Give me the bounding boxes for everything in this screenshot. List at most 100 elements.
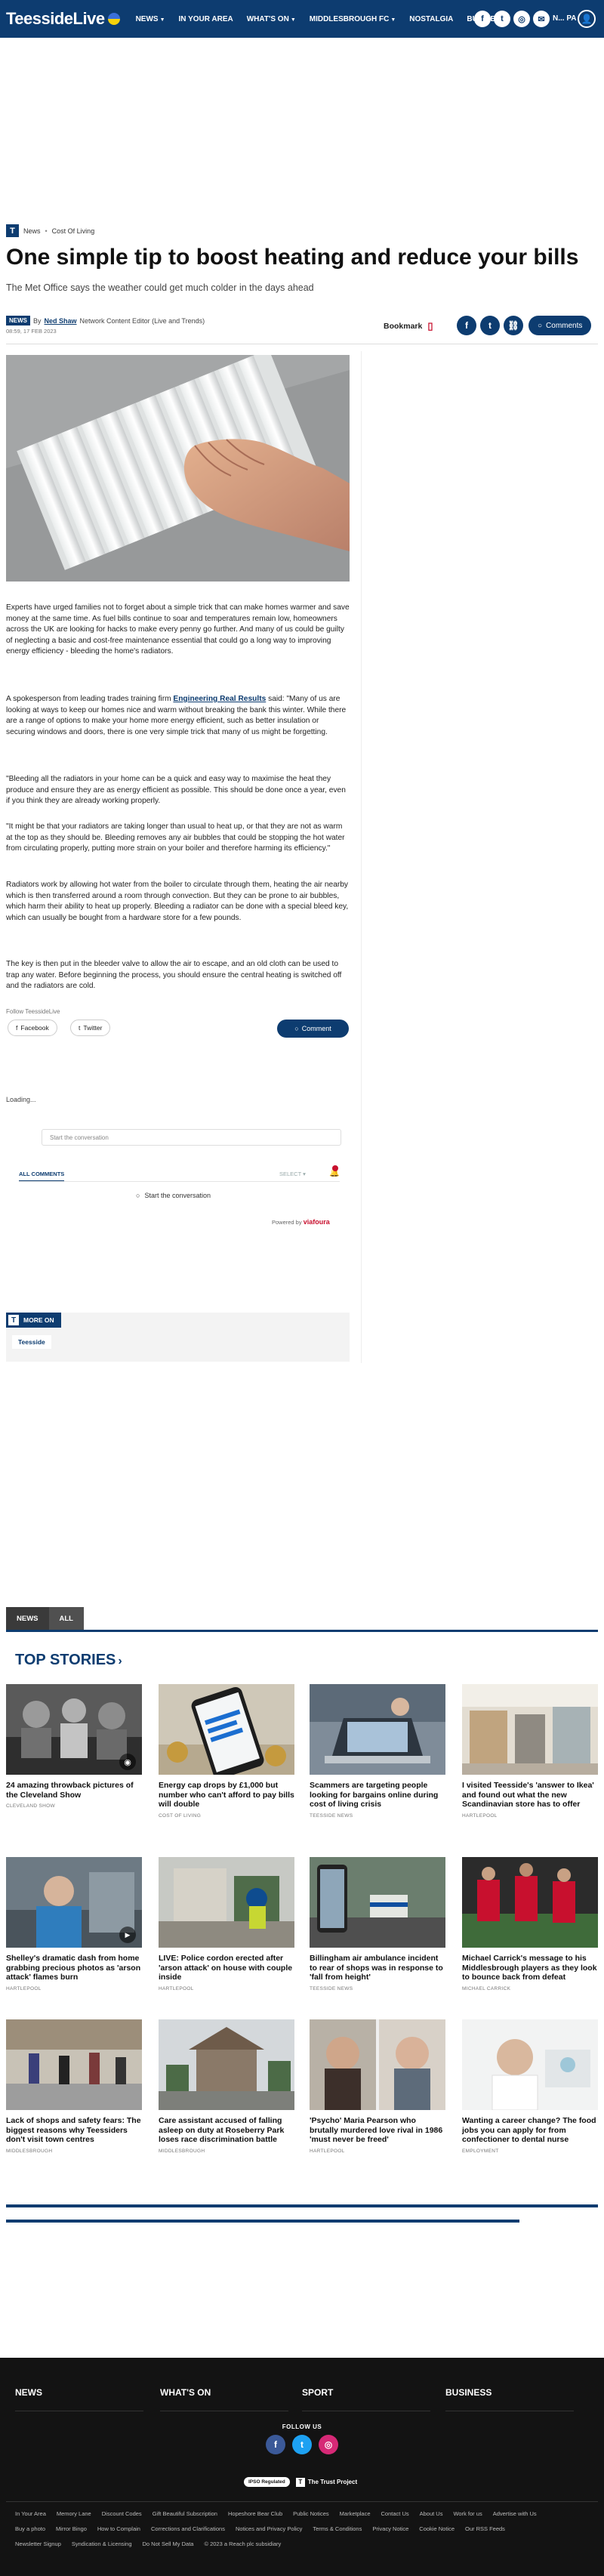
footer-link[interactable]: Mirror Bingo bbox=[56, 2524, 87, 2534]
footer-link[interactable]: Terms & Conditions bbox=[313, 2524, 362, 2534]
nav-middlesbrough-fc[interactable]: MIDDLESBROUGH FC ▼ bbox=[303, 15, 403, 23]
comment-input[interactable]: Start the conversation bbox=[42, 1129, 341, 1146]
footer-link[interactable]: Public Notices bbox=[293, 2509, 329, 2519]
engineering-real-results-link[interactable]: Engineering Real Results bbox=[173, 695, 266, 703]
nav-in-your-area[interactable]: IN YOUR AREA bbox=[172, 15, 240, 23]
tab-news[interactable]: NEWS bbox=[6, 1607, 49, 1630]
footer-link[interactable]: Do Not Sell My Data bbox=[143, 2539, 194, 2550]
footer-link[interactable]: Advertise with Us bbox=[493, 2509, 537, 2519]
twitter-icon[interactable]: t bbox=[494, 11, 510, 27]
breadcrumb-cost-of-living[interactable]: Cost Of Living bbox=[52, 227, 95, 235]
author-link[interactable]: Ned Shaw bbox=[45, 317, 77, 325]
topic-chip-teesside[interactable]: Teesside bbox=[12, 1335, 51, 1349]
facebook-icon[interactable]: f bbox=[474, 11, 491, 27]
start-conversation-prompt[interactable]: ○ Start the conversation bbox=[136, 1192, 211, 1199]
user-account-icon[interactable]: 👤 bbox=[578, 10, 596, 28]
footer-link[interactable]: © 2023 a Reach plc subsidiary bbox=[204, 2539, 281, 2550]
footer-link[interactable]: Cookie Notice bbox=[419, 2524, 455, 2534]
story-card[interactable]: Lack of shops and safety fears: The bigg… bbox=[6, 2019, 142, 2154]
news-tag: NEWS bbox=[6, 316, 30, 325]
video-play-icon[interactable]: ▶ bbox=[119, 1927, 136, 1943]
story-category: HARTLEPOOL bbox=[6, 1985, 42, 1991]
follow-facebook-button[interactable]: f Facebook bbox=[8, 1020, 57, 1036]
story-card[interactable]: Scammers are targeting people looking fo… bbox=[310, 1684, 445, 1819]
story-headline: 'Psycho' Maria Pearson who brutally murd… bbox=[310, 2116, 443, 2144]
nav-news[interactable]: NEWS ▼ bbox=[129, 15, 172, 23]
breadcrumb-news[interactable]: News bbox=[23, 227, 41, 235]
footer-link[interactable]: Gift Beautiful Subscription bbox=[153, 2509, 217, 2519]
speech-bubble-icon: ○ bbox=[136, 1192, 140, 1199]
footer-link[interactable]: How to Complain bbox=[97, 2524, 140, 2534]
footer-whats-on[interactable]: WHAT'S ON bbox=[160, 2387, 211, 2398]
footer-link[interactable]: Hopeshore Bear Club bbox=[228, 2509, 282, 2519]
speech-bubble-icon: ○ bbox=[538, 321, 543, 330]
top-stories-title[interactable]: TOP STORIES › bbox=[15, 1652, 122, 1669]
site-logo[interactable]: TeessideLive bbox=[0, 9, 120, 29]
footer-link[interactable]: About Us bbox=[420, 2509, 443, 2519]
tab-all[interactable]: ALL bbox=[48, 1607, 84, 1630]
twitter-icon[interactable]: t bbox=[292, 2435, 312, 2454]
story-card[interactable]: 'Psycho' Maria Pearson who brutally murd… bbox=[310, 2019, 445, 2154]
story-thumbnail bbox=[462, 2019, 598, 2110]
email-icon[interactable]: ✉ bbox=[533, 11, 550, 27]
footer-link[interactable]: Privacy Notice bbox=[372, 2524, 408, 2534]
instagram-icon[interactable]: ◎ bbox=[319, 2435, 338, 2454]
footer-link[interactable]: Notices and Privacy Policy bbox=[236, 2524, 302, 2534]
section-badge: T bbox=[8, 1315, 19, 1325]
nav-nostalgia[interactable]: NOSTALGIA bbox=[402, 15, 460, 23]
breadcrumb-separator: • bbox=[45, 227, 48, 235]
gallery-camera-icon: ◉ bbox=[119, 1754, 136, 1770]
footer-link[interactable]: Contact Us bbox=[381, 2509, 409, 2519]
facebook-icon[interactable]: f bbox=[266, 2435, 285, 2454]
footer-link[interactable]: Our RSS Feeds bbox=[465, 2524, 505, 2534]
comments-button[interactable]: ○ Comments bbox=[528, 316, 592, 335]
instagram-icon[interactable]: ◎ bbox=[513, 11, 530, 27]
footer-link[interactable]: Marketplace bbox=[340, 2509, 371, 2519]
radiator-hand-illustration bbox=[6, 355, 350, 582]
bookmark-button[interactable]: Bookmark ▯ bbox=[384, 320, 433, 332]
footer-link[interactable]: Work for us bbox=[453, 2509, 482, 2519]
footer-link[interactable]: In Your Area bbox=[15, 2509, 46, 2519]
trust-project-badge[interactable]: T The Trust Project bbox=[295, 2477, 357, 2487]
ipso-badge[interactable]: IPSO Regulated bbox=[244, 2477, 290, 2487]
all-comments-tab[interactable]: ALL COMMENTS bbox=[19, 1171, 65, 1182]
site-footer: NEWS WHAT'S ON SPORT BUSINESS FOLLOW US … bbox=[0, 2358, 604, 2576]
story-thumbnail bbox=[462, 1857, 598, 1948]
story-card[interactable]: ◉ 24 amazing throwback pictures of the C… bbox=[6, 1684, 142, 1809]
story-card[interactable]: Wanting a career change? The food jobs y… bbox=[462, 2019, 598, 2154]
share-facebook-icon[interactable]: f bbox=[457, 316, 476, 335]
story-thumbnail bbox=[310, 1857, 445, 1948]
story-thumbnail bbox=[310, 1684, 445, 1775]
nav-whats-on[interactable]: WHAT'S ON ▼ bbox=[240, 15, 303, 23]
share-link-icon[interactable]: ⛓ bbox=[504, 316, 523, 335]
story-card[interactable]: ▶ Shelley's dramatic dash from home grab… bbox=[6, 1857, 142, 1991]
story-card[interactable]: I visited Teesside's 'answer to Ikea' an… bbox=[462, 1684, 598, 1819]
story-card[interactable]: Care assistant accused of falling asleep… bbox=[159, 2019, 294, 2154]
story-category: HARTLEPOOL bbox=[462, 1812, 498, 1819]
footer-sport[interactable]: SPORT bbox=[302, 2387, 333, 2398]
footer-link[interactable]: Buy a photo bbox=[15, 2524, 45, 2534]
footer-link[interactable]: Syndication & Licensing bbox=[72, 2539, 132, 2550]
story-card[interactable]: LIVE: Police cordon erected after 'arson… bbox=[159, 1857, 294, 1991]
share-twitter-icon[interactable]: t bbox=[480, 316, 500, 335]
footer-news[interactable]: NEWS bbox=[15, 2387, 42, 2398]
story-card[interactable]: Michael Carrick's message to his Middles… bbox=[462, 1857, 598, 1991]
follow-label: Follow TeessideLive bbox=[6, 1008, 60, 1015]
sort-select[interactable]: SELECT ▾ bbox=[279, 1171, 306, 1177]
story-category: MIDDLESBROUGH bbox=[159, 2148, 205, 2154]
comment-button[interactable]: ○ Comment bbox=[277, 1020, 349, 1038]
footer-business[interactable]: BUSINESS bbox=[445, 2387, 492, 2398]
footer-link[interactable]: Discount Codes bbox=[102, 2509, 142, 2519]
footer-link[interactable]: Memory Lane bbox=[57, 2509, 91, 2519]
story-category: CLEVELAND SHOW bbox=[6, 1803, 55, 1809]
story-headline: Shelley's dramatic dash from home grabbi… bbox=[6, 1954, 141, 1982]
viafoura-logo: viafoura bbox=[303, 1218, 330, 1226]
facebook-icon: f bbox=[16, 1024, 18, 1032]
follow-twitter-button[interactable]: t Twitter bbox=[70, 1020, 111, 1036]
story-card[interactable]: Billingham air ambulance incident to rea… bbox=[310, 1857, 445, 1991]
story-category: HARTLEPOOL bbox=[159, 1985, 194, 1991]
footer-link[interactable]: Corrections and Clarifications bbox=[151, 2524, 225, 2534]
story-card[interactable]: Energy cap drops by £1,000 but number wh… bbox=[159, 1684, 294, 1819]
footer-link[interactable]: Newsletter Signup bbox=[15, 2539, 61, 2550]
divider bbox=[6, 2220, 519, 2223]
